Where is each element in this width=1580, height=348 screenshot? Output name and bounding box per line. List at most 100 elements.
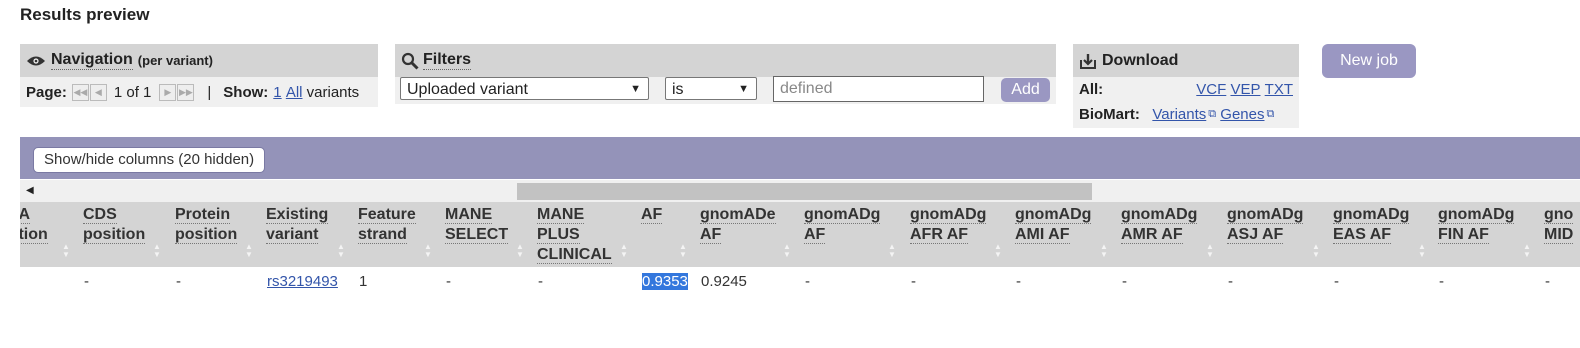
show-all-link[interactable]: All (286, 84, 303, 101)
column-header[interactable]: gnomADe AF (700, 205, 776, 245)
sort-icon[interactable]: ▲ ▼ (994, 243, 1002, 259)
column-header-label: CLINICAL (537, 246, 612, 264)
filter-operator-select[interactable]: is ▼ (665, 77, 757, 100)
table-cell: - (538, 273, 543, 290)
column-header[interactable]: gnomADg AF (804, 205, 881, 245)
column-header[interactable]: gnomADg AMR AF (1121, 205, 1198, 245)
prev-page-icon[interactable]: ◀ (89, 83, 107, 101)
column-header-label: position (83, 226, 146, 244)
sort-icon[interactable]: ▲ ▼ (1100, 243, 1108, 259)
page-label: Page: (26, 83, 67, 101)
filter-field-select[interactable]: Uploaded variant ▼ (400, 77, 649, 100)
column-header-label: AMI AF (1015, 226, 1070, 244)
column-header[interactable]: CDS position (83, 205, 146, 245)
sort-icon[interactable]: ▲ ▼ (245, 243, 253, 259)
navigation-header: Navigation (per variant) (20, 44, 378, 77)
column-header[interactable]: gnomADg ASJ AF (1227, 205, 1304, 245)
download-panel: Download All: VCF VEP TXT BioMart: Varia… (1073, 44, 1299, 128)
external-link-icon: ⧉ (1266, 108, 1275, 120)
cell-value: - (805, 273, 810, 290)
cell-value: 1 (359, 273, 368, 290)
column-header-label: variant (266, 226, 319, 244)
sort-icon[interactable]: ▲ ▼ (783, 243, 791, 259)
show-hide-columns-button[interactable]: Show/hide columns (20 hidden) (33, 147, 266, 173)
download-vep-link[interactable]: VEP (1230, 81, 1260, 98)
column-header[interactable]: gnomADg FIN AF (1438, 205, 1515, 245)
sort-icon[interactable]: ▲ ▼ (1312, 243, 1320, 259)
sort-icon[interactable]: ▲ ▼ (1206, 243, 1214, 259)
external-link-icon: ⧉ (1208, 108, 1217, 120)
column-header[interactable]: gnomADg AFR AF (910, 205, 987, 245)
new-job-button[interactable]: New job (1322, 44, 1416, 78)
next-page-icon[interactable]: ▶ (159, 83, 177, 101)
sort-icon[interactable]: ▲ ▼ (516, 243, 524, 259)
navigation-subtitle: (per variant) (137, 53, 213, 68)
sort-icon[interactable]: ▲ ▼ (62, 243, 70, 259)
navigation-panel: Navigation (per variant) Page: ◀◀ ◀ 1 of… (20, 44, 378, 107)
column-header-label: ASJ AF (1227, 226, 1284, 244)
column-header-label: AF (641, 206, 663, 224)
add-filter-button[interactable]: Add (1001, 78, 1050, 102)
last-page-icon[interactable]: ▶▶ (177, 83, 195, 101)
filter-value-placeholder: defined (780, 80, 833, 97)
sort-icon[interactable]: ▲ ▼ (679, 243, 687, 259)
column-header-label: FIN AF (1438, 226, 1489, 244)
column-header-label: gnomADg (1015, 206, 1092, 224)
sort-icon[interactable]: ▲ ▼ (1418, 243, 1426, 259)
table-cell: - (1122, 273, 1127, 290)
filters-title[interactable]: Filters (423, 51, 472, 70)
existing-variant-link[interactable]: rs3219493 (267, 273, 338, 290)
table-cell: - (176, 273, 181, 290)
sort-icon[interactable]: ▲ ▼ (153, 243, 161, 259)
column-header-label: Existing (266, 206, 329, 224)
table-cell: rs3219493 (267, 273, 338, 290)
column-header-label: gnomADg (1227, 206, 1304, 224)
sort-icon[interactable]: ▲ ▼ (620, 243, 628, 259)
biomart-genes-link[interactable]: Genes (1220, 106, 1264, 123)
sort-icon[interactable]: ▲ ▼ (337, 243, 345, 259)
column-header[interactable]: IA ition (20, 205, 48, 245)
column-header[interactable]: Protein position (175, 205, 238, 245)
column-header-label: gnomADg (1121, 206, 1198, 224)
sort-icon[interactable]: ▲ ▼ (1523, 243, 1531, 259)
column-header[interactable]: gnomADg AMI AF (1015, 205, 1092, 245)
column-header-label: Feature (358, 206, 416, 224)
scroll-left-arrow-icon[interactable]: ◀ (26, 185, 34, 196)
table-cell: - (446, 273, 451, 290)
column-header-label: gno (1544, 206, 1574, 224)
cell-value: - (1228, 273, 1233, 290)
download-biomart-row: BioMart: Variants ⧉ Genes ⧉ (1079, 106, 1274, 123)
column-header[interactable]: Feature strand (358, 205, 416, 245)
filter-value-input[interactable]: defined (773, 76, 984, 102)
column-header[interactable]: MANE SELECT (445, 205, 509, 245)
first-page-icon[interactable]: ◀◀ (71, 83, 89, 101)
column-header[interactable]: Existing variant (266, 205, 329, 245)
filter-operator-value: is (672, 81, 684, 98)
download-vcf-link[interactable]: VCF (1196, 81, 1226, 98)
filter-field-value: Uploaded variant (407, 81, 528, 98)
column-header[interactable]: gnomADg EAS AF (1333, 205, 1410, 245)
cell-value: 0.9245 (701, 273, 747, 290)
sort-icon[interactable]: ▲ ▼ (424, 243, 432, 259)
show-1-link[interactable]: 1 (273, 84, 281, 101)
table-cell: - (1016, 273, 1021, 290)
column-header-label: AF (804, 226, 826, 244)
sort-icon[interactable]: ▲ ▼ (888, 243, 896, 259)
navigation-title[interactable]: Navigation (51, 51, 133, 70)
column-header[interactable]: MANE PLUS CLINICAL (537, 205, 612, 265)
column-header-label: SELECT (445, 226, 509, 244)
column-header-label: position (175, 226, 238, 244)
scrollbar-thumb[interactable] (517, 183, 1092, 200)
search-icon (401, 52, 419, 70)
column-header-label: CDS (83, 206, 117, 224)
column-header-label: MID (1544, 226, 1574, 244)
table-cell: - (805, 273, 810, 290)
table-header: IA ition CDS position Protein position Existin… (20, 202, 1580, 267)
download-txt-link[interactable]: TXT (1265, 81, 1293, 98)
chevron-down-icon: ▼ (630, 83, 641, 95)
biomart-variants-link[interactable]: Variants (1152, 106, 1206, 123)
table-cell: - (1334, 273, 1339, 290)
column-header[interactable]: gno MID (1544, 205, 1574, 245)
column-header[interactable]: AF (641, 205, 663, 225)
download-all-label: All: (1079, 81, 1104, 98)
